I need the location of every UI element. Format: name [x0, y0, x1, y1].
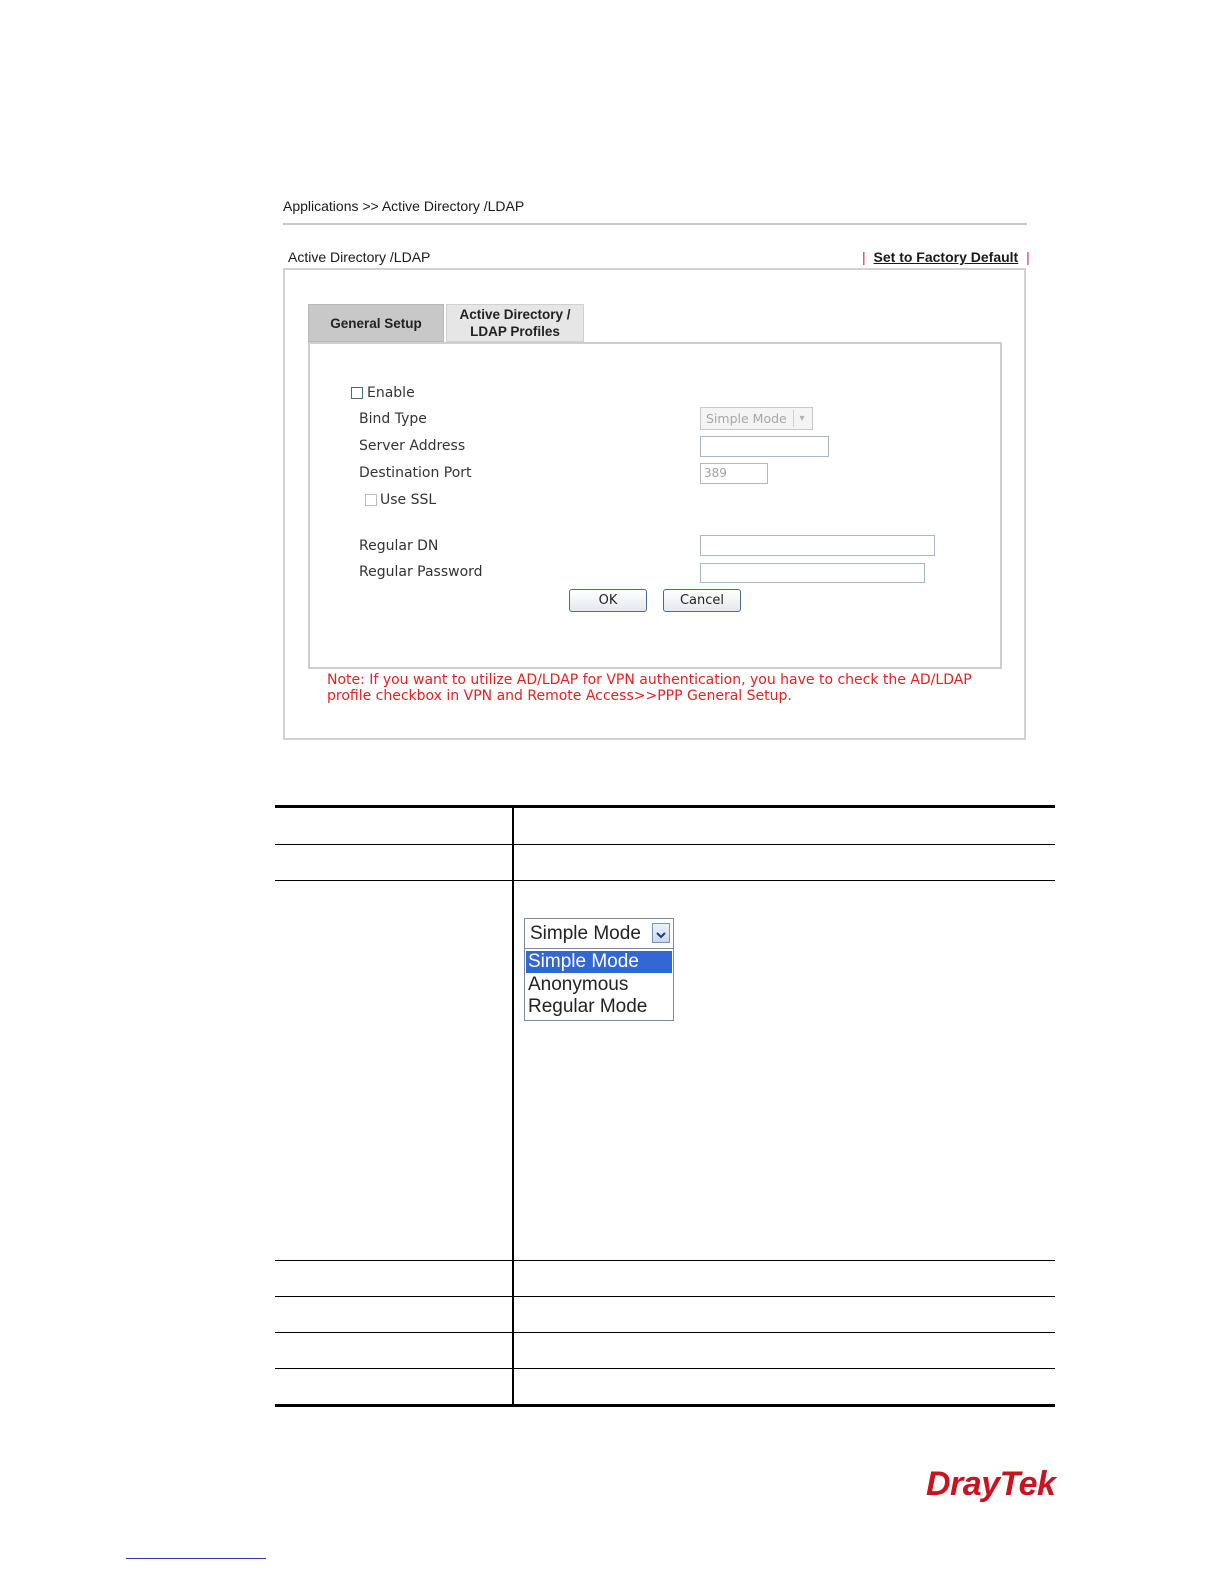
table-column-divider [512, 806, 514, 1406]
cancel-button[interactable]: Cancel [663, 589, 741, 612]
table-row-divider [275, 1368, 1055, 1369]
dropdown-option-regular-mode[interactable]: Regular Mode [526, 996, 672, 1018]
table-row-divider [275, 1332, 1055, 1333]
destination-port-label: Destination Port [359, 465, 472, 481]
factory-default-link-group: | Set to Factory Default | [862, 249, 1030, 265]
table-row-divider [275, 1296, 1055, 1297]
table-bottom-border [275, 1404, 1055, 1407]
note-line-2: profile checkbox in VPN and Remote Acces… [327, 688, 792, 704]
note-line-1: Note: If you want to utilize AD/LDAP for… [327, 672, 972, 688]
table-row-divider [275, 1260, 1055, 1261]
bind-type-value: Simple Mode [706, 411, 787, 426]
regular-dn-input[interactable] [700, 535, 935, 556]
regular-password-input[interactable] [700, 563, 925, 583]
breadcrumb-divider [283, 223, 1027, 225]
table-top-border [275, 805, 1055, 808]
table-row-divider [275, 880, 1055, 881]
tab-label-line2: LDAP Profiles [470, 324, 560, 339]
bind-type-select[interactable]: Simple Mode ▾ [700, 407, 813, 430]
server-address-input[interactable] [700, 436, 829, 457]
dropdown-current-value: Simple Mode [530, 923, 641, 944]
regular-dn-label: Regular DN [359, 538, 439, 554]
dropdown-option-anonymous[interactable]: Anonymous [526, 974, 672, 996]
table-row-divider [275, 844, 1055, 845]
separator: | [862, 249, 866, 265]
chevron-down-icon: ▾ [793, 410, 810, 427]
tab-general-setup[interactable]: General Setup [308, 304, 444, 342]
separator: | [1026, 249, 1030, 265]
tab-label-line1: Active Directory / [459, 307, 571, 322]
use-ssl-label: Use SSL [380, 492, 437, 508]
bind-type-dropdown-expanded[interactable]: Simple Mode Simple Mode Anonymous Regula… [524, 918, 674, 1021]
ok-button[interactable]: OK [569, 589, 647, 612]
enable-label: Enable [367, 385, 415, 401]
regular-password-label: Regular Password [359, 564, 483, 580]
footer-rule [126, 1558, 266, 1559]
destination-port-input[interactable]: 389 [700, 463, 768, 484]
vpn-auth-note: Note: If you want to utilize AD/LDAP for… [327, 672, 987, 704]
set-factory-default-link[interactable]: Set to Factory Default [874, 249, 1019, 265]
tab-ldap-profiles[interactable]: Active Directory / LDAP Profiles [446, 304, 584, 342]
dropdown-current: Simple Mode [525, 919, 673, 949]
bind-type-label: Bind Type [359, 411, 427, 427]
dropdown-option-simple-mode[interactable]: Simple Mode [526, 951, 672, 973]
use-ssl-checkbox[interactable] [365, 494, 377, 506]
enable-checkbox[interactable] [351, 387, 363, 399]
panel-title: Active Directory /LDAP [288, 249, 431, 265]
breadcrumb: Applications >> Active Directory /LDAP [283, 198, 525, 214]
server-address-label: Server Address [359, 438, 466, 454]
chevron-down-icon[interactable] [652, 923, 670, 943]
draytek-logo: DrayTek [926, 1465, 1056, 1503]
